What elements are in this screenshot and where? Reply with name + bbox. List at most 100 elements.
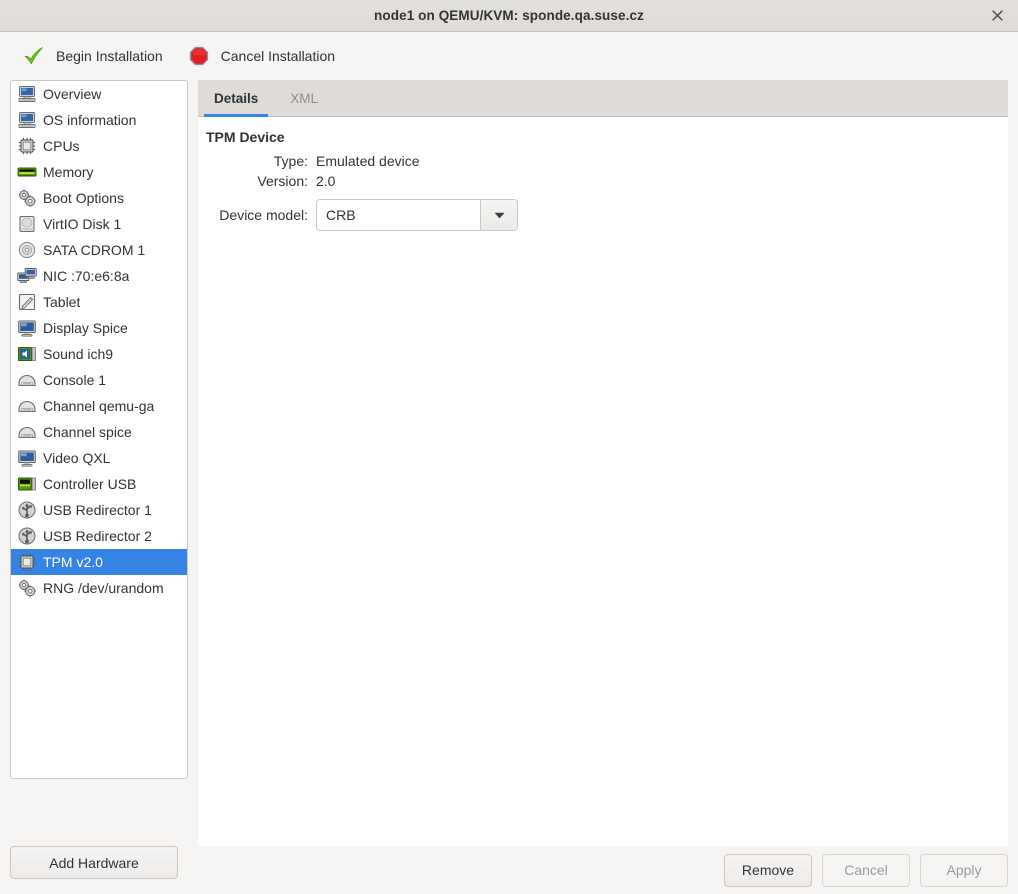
console-icon — [16, 421, 38, 443]
sidebar-item-label: RNG /dev/urandom — [43, 580, 164, 596]
cpu-chip-icon — [16, 551, 38, 573]
sidebar-item-label: Display Spice — [43, 320, 128, 336]
sidebar-item-display-spice[interactable]: Display Spice — [11, 315, 187, 341]
tab-xml[interactable]: XML — [274, 80, 334, 116]
details-panel: Details XML TPM Device Type: Emulated de… — [198, 80, 1008, 846]
close-button[interactable] — [984, 3, 1010, 29]
console-icon — [16, 369, 38, 391]
network-card-icon — [16, 265, 38, 287]
version-label: Version: — [198, 173, 316, 189]
gears-icon — [16, 577, 38, 599]
field-row-version: Version: 2.0 — [198, 173, 1008, 189]
remove-button[interactable]: Remove — [724, 854, 812, 887]
sidebar-item-sata-cdrom-1[interactable]: SATA CDROM 1 — [11, 237, 187, 263]
sidebar-item-cpus[interactable]: CPUs — [11, 133, 187, 159]
main-toolbar: Begin Installation Cancel Installation — [0, 32, 1018, 80]
action-buttons: Remove Cancel Apply — [188, 846, 1018, 894]
device-model-value: CRB — [317, 200, 480, 230]
console-icon — [16, 395, 38, 417]
sidebar-item-usb-redirector-1[interactable]: USB Redirector 1 — [11, 497, 187, 523]
sidebar-item-label: SATA CDROM 1 — [43, 242, 145, 258]
window-title: node1 on QEMU/KVM: sponde.qa.suse.cz — [374, 8, 644, 23]
cpu-chip-icon — [16, 135, 38, 157]
sidebar-item-virtio-disk-1[interactable]: VirtIO Disk 1 — [11, 211, 187, 237]
sidebar-item-label: CPUs — [43, 138, 80, 154]
add-hardware-button[interactable]: Add Hardware — [10, 846, 178, 879]
stop-sign-icon — [187, 44, 211, 68]
field-row-device-model: Device model: CRB — [198, 199, 1008, 231]
tab-xml-label: XML — [290, 91, 318, 106]
usb-icon — [16, 525, 38, 547]
close-icon — [991, 9, 1004, 22]
sidebar-item-memory[interactable]: Memory — [11, 159, 187, 185]
cancel-installation-label: Cancel Installation — [221, 48, 335, 64]
sidebar-item-channel-qemu-ga[interactable]: Channel qemu-ga — [11, 393, 187, 419]
footer-bar: Add Hardware Remove Cancel Apply — [0, 846, 1018, 894]
begin-installation-button[interactable]: Begin Installation — [14, 38, 171, 74]
display-icon — [16, 447, 38, 469]
sidebar-item-label: TPM v2.0 — [43, 554, 103, 570]
sidebar-item-label: Boot Options — [43, 190, 124, 206]
type-label: Type: — [198, 153, 316, 169]
sidebar-item-label: USB Redirector 2 — [43, 528, 152, 544]
sidebar-item-boot-options[interactable]: Boot Options — [11, 185, 187, 211]
sidebar-item-label: Channel qemu-ga — [43, 398, 154, 414]
sidebar-item-nic-70-e6-8a[interactable]: NIC :70:e6:8a — [11, 263, 187, 289]
sidebar-item-label: Console 1 — [43, 372, 106, 388]
sidebar-item-label: Controller USB — [43, 476, 136, 492]
sidebar-item-tpm-v2-0[interactable]: TPM v2.0 — [11, 549, 187, 575]
sidebar-item-video-qxl[interactable]: Video QXL — [11, 445, 187, 471]
tpm-details-content: TPM Device Type: Emulated device Version… — [198, 117, 1008, 846]
sidebar-item-controller-usb[interactable]: Controller USB — [11, 471, 187, 497]
usb-icon — [16, 499, 38, 521]
sidebar-item-console-1[interactable]: Console 1 — [11, 367, 187, 393]
device-model-select[interactable]: CRB — [316, 199, 518, 231]
field-row-type: Type: Emulated device — [198, 153, 1008, 169]
sidebar-item-label: Tablet — [43, 294, 80, 310]
sidebar-item-label: OS information — [43, 112, 136, 128]
sidebar-item-tablet[interactable]: Tablet — [11, 289, 187, 315]
section-title: TPM Device — [206, 129, 1008, 145]
cancel-installation-button[interactable]: Cancel Installation — [179, 38, 343, 74]
sidebar-item-label: NIC :70:e6:8a — [43, 268, 129, 284]
gears-icon — [16, 187, 38, 209]
sound-card-icon — [16, 343, 38, 365]
sidebar-item-label: Overview — [43, 86, 101, 102]
version-value: 2.0 — [316, 173, 335, 189]
controller-card-icon — [16, 473, 38, 495]
sidebar-item-overview[interactable]: Overview — [11, 81, 187, 107]
display-icon — [16, 317, 38, 339]
sidebar-item-label: Video QXL — [43, 450, 110, 466]
tab-details[interactable]: Details — [198, 80, 274, 116]
sidebar-item-label: Sound ich9 — [43, 346, 113, 362]
begin-installation-label: Begin Installation — [56, 48, 163, 64]
footer-right-area: Remove Cancel Apply — [188, 846, 1018, 894]
hardware-sidebar: Overview OS information CPUs Memory Boot Opt… — [10, 80, 188, 846]
device-model-label: Device model: — [198, 207, 316, 223]
content-area: Overview OS information CPUs Memory Boot Opt… — [0, 80, 1018, 846]
sidebar-item-label: VirtIO Disk 1 — [43, 216, 121, 232]
sidebar-item-sound-ich9[interactable]: Sound ich9 — [11, 341, 187, 367]
sidebar-item-label: USB Redirector 1 — [43, 502, 152, 518]
sidebar-item-label: Channel spice — [43, 424, 132, 440]
window-titlebar: node1 on QEMU/KVM: sponde.qa.suse.cz — [0, 0, 1018, 32]
tab-bar: Details XML — [198, 80, 1008, 117]
type-value: Emulated device — [316, 153, 420, 169]
cancel-button: Cancel — [822, 854, 910, 887]
memory-ram-icon — [16, 161, 38, 183]
hardware-list[interactable]: Overview OS information CPUs Memory Boot Opt… — [10, 80, 188, 779]
sidebar-item-label: Memory — [43, 164, 94, 180]
tab-details-label: Details — [214, 91, 258, 106]
monitor-icon — [16, 109, 38, 131]
optical-disc-icon — [16, 239, 38, 261]
sidebar-item-usb-redirector-2[interactable]: USB Redirector 2 — [11, 523, 187, 549]
chevron-down-icon[interactable] — [480, 200, 517, 230]
check-mark-icon — [22, 44, 46, 68]
footer-left-area: Add Hardware — [0, 846, 188, 894]
apply-button: Apply — [920, 854, 1008, 887]
sidebar-item-rng-dev-urandom[interactable]: RNG /dev/urandom — [11, 575, 187, 601]
harddisk-icon — [16, 213, 38, 235]
sidebar-item-channel-spice[interactable]: Channel spice — [11, 419, 187, 445]
sidebar-item-os-information[interactable]: OS information — [11, 107, 187, 133]
monitor-icon — [16, 83, 38, 105]
